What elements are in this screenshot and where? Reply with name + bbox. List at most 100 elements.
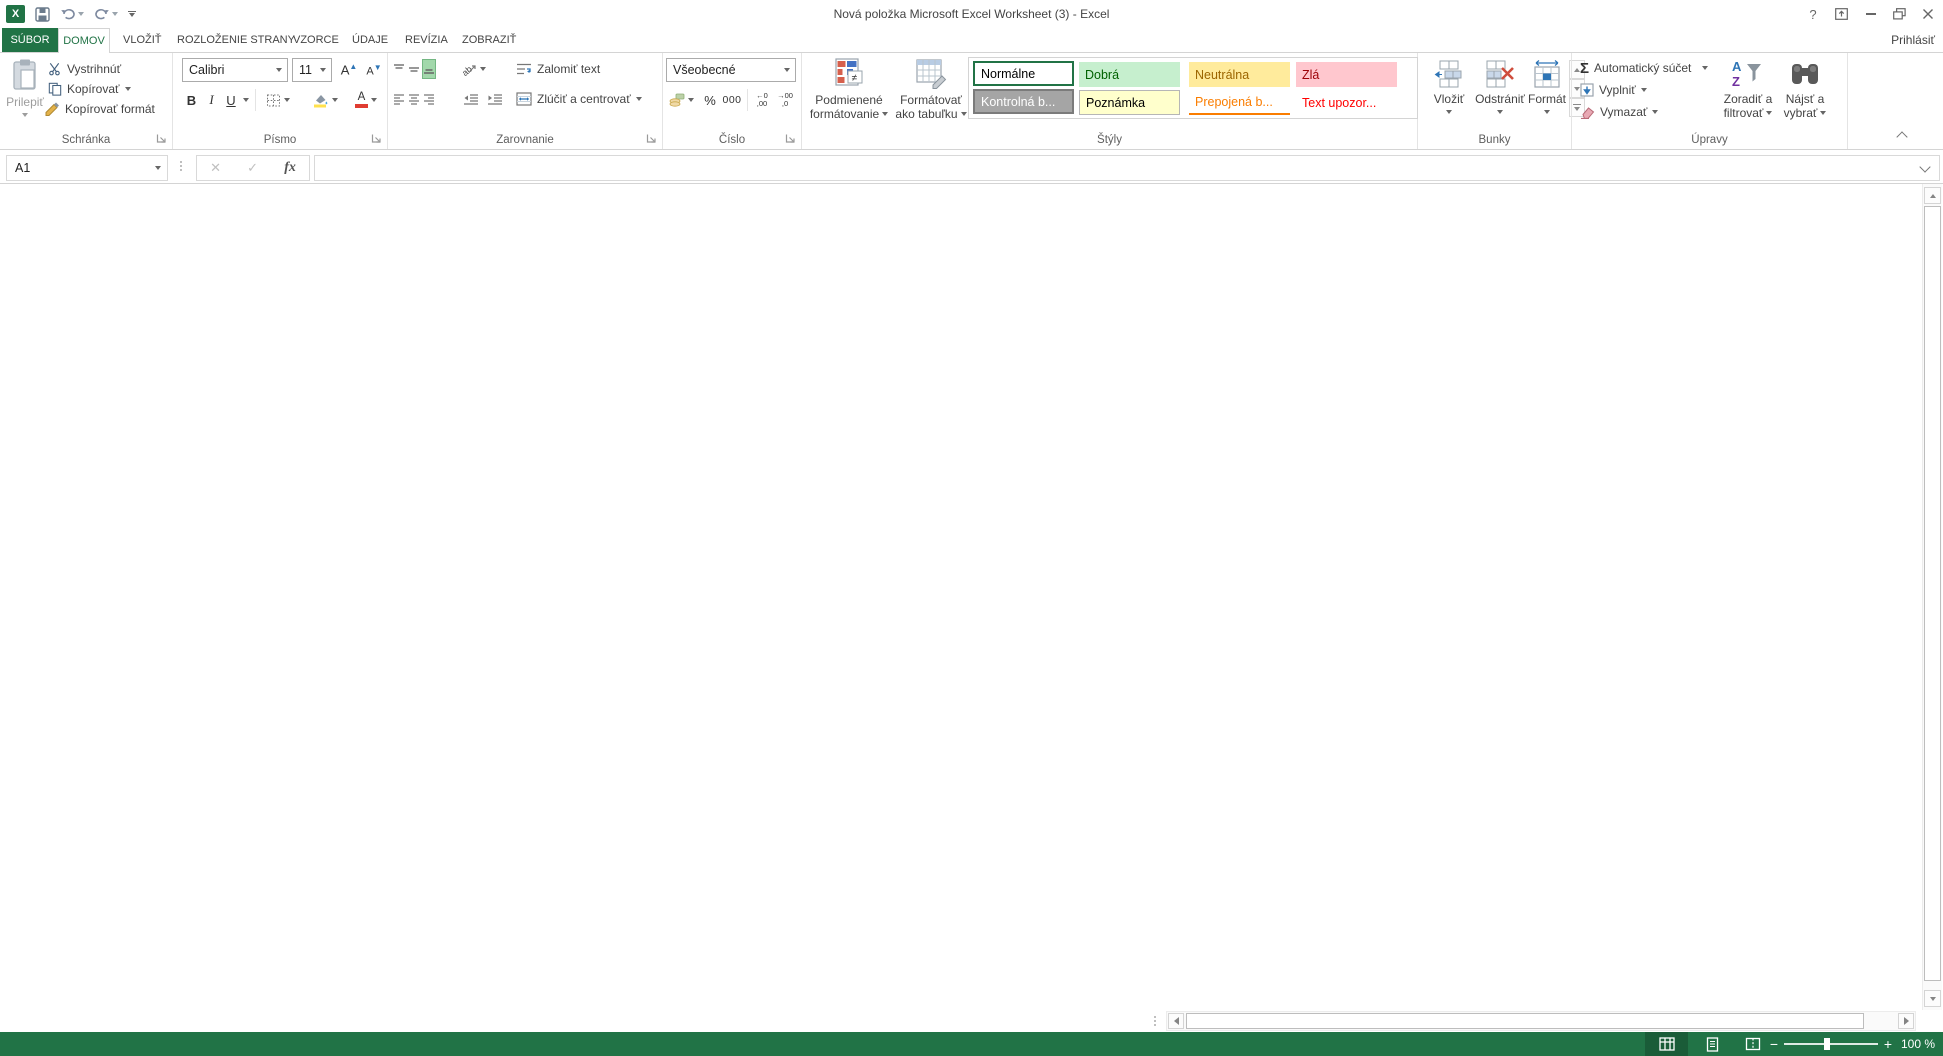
fill-color-button[interactable]: [307, 89, 343, 111]
autosum-button[interactable]: Σ Automatický súčet: [1580, 59, 1708, 77]
name-box[interactable]: A1: [6, 155, 168, 181]
align-middle-button[interactable]: [407, 59, 421, 79]
number-format-dropdown-icon[interactable]: [784, 68, 790, 72]
scroll-left-button[interactable]: [1168, 1013, 1184, 1029]
sign-in-link[interactable]: Prihlásiť: [1891, 28, 1935, 52]
scroll-down-button[interactable]: [1924, 990, 1941, 1007]
minimize-button[interactable]: [1858, 0, 1884, 28]
vertical-scroll-thumb[interactable]: [1924, 206, 1941, 981]
insert-cells-button[interactable]: Vložiť: [1426, 56, 1472, 136]
find-select-dropdown-icon[interactable]: [1820, 111, 1826, 115]
find-select-button[interactable]: Nájsť a vybrať: [1778, 56, 1832, 136]
help-button[interactable]: ?: [1800, 0, 1826, 28]
expand-formula-bar-icon[interactable]: [1919, 161, 1930, 172]
clear-dropdown-icon[interactable]: [1652, 110, 1658, 114]
delete-cells-button[interactable]: Odstrániť: [1474, 56, 1526, 136]
comma-style-button[interactable]: 000: [720, 89, 744, 111]
font-name-combo[interactable]: Calibri: [182, 58, 288, 82]
style-check-cell[interactable]: Kontrolná b...: [973, 89, 1074, 114]
customize-qat-button[interactable]: [128, 11, 136, 17]
conditional-formatting-dropdown-icon[interactable]: [882, 112, 888, 116]
borders-button[interactable]: [261, 89, 295, 111]
style-normal[interactable]: Normálne: [973, 61, 1074, 86]
horizontal-scrollbar[interactable]: [1166, 1011, 1916, 1031]
number-format-combo[interactable]: Všeobecné: [666, 58, 796, 82]
accounting-format-button[interactable]: [666, 89, 696, 111]
alignment-dialog-launcher-icon[interactable]: [646, 133, 658, 145]
save-button[interactable]: [35, 7, 50, 22]
format-as-table-button[interactable]: Formátovať ako tabuľku: [894, 56, 968, 136]
scroll-right-button[interactable]: [1898, 1013, 1914, 1029]
borders-dropdown-icon[interactable]: [284, 98, 290, 102]
tab-view[interactable]: ZOBRAZIŤ: [462, 28, 516, 52]
style-neutral[interactable]: Neutrálna: [1189, 62, 1290, 87]
sort-filter-dropdown-icon[interactable]: [1766, 111, 1772, 115]
fill-dropdown-icon[interactable]: [1641, 88, 1647, 92]
clipboard-dialog-launcher-icon[interactable]: [156, 133, 168, 145]
formula-input[interactable]: [314, 155, 1940, 181]
tab-formulas[interactable]: VZORCE: [293, 28, 339, 52]
paste-button[interactable]: Prilepiť: [4, 56, 46, 142]
vertical-scrollbar[interactable]: [1922, 184, 1942, 1010]
collapse-ribbon-button[interactable]: [1892, 129, 1912, 145]
font-color-button[interactable]: A: [349, 89, 383, 111]
redo-dropdown-icon[interactable]: [112, 12, 118, 16]
insert-cells-dropdown-icon[interactable]: [1446, 110, 1452, 114]
redo-button[interactable]: [94, 7, 118, 21]
page-layout-view-button[interactable]: [1692, 1032, 1732, 1056]
ribbon-display-options-button[interactable]: [1828, 0, 1854, 28]
worksheet-area[interactable]: [0, 184, 1922, 1010]
decrease-decimal-button[interactable]: →00,0: [774, 89, 796, 111]
zoom-slider-track[interactable]: [1784, 1043, 1878, 1045]
delete-cells-dropdown-icon[interactable]: [1497, 110, 1503, 114]
merge-center-dropdown-icon[interactable]: [636, 97, 642, 101]
tab-page-layout[interactable]: ROZLOŽENIE STRANY: [177, 28, 295, 52]
copy-dropdown-icon[interactable]: [125, 87, 131, 91]
paste-dropdown-icon[interactable]: [22, 113, 28, 117]
increase-font-size-button[interactable]: A▲: [338, 59, 360, 81]
wrap-text-button[interactable]: Zalomiť text: [516, 60, 600, 78]
clear-button[interactable]: Vymazať: [1580, 103, 1658, 121]
orientation-dropdown-icon[interactable]: [480, 67, 486, 71]
font-size-dropdown-icon[interactable]: [320, 68, 326, 72]
tab-data[interactable]: ÚDAJE: [352, 28, 388, 52]
percent-style-button[interactable]: %: [701, 89, 719, 111]
conditional-formatting-button[interactable]: ≠ Podmienené formátovanie: [806, 56, 892, 136]
restore-button[interactable]: [1886, 0, 1912, 28]
underline-button[interactable]: U: [222, 89, 240, 111]
scroll-up-button[interactable]: [1924, 187, 1941, 204]
merge-center-button[interactable]: Zlúčiť a centrovať: [516, 90, 642, 108]
tab-review[interactable]: REVÍZIA: [405, 28, 448, 52]
zoom-in-button[interactable]: +: [1880, 1032, 1896, 1056]
tab-split-handle[interactable]: [1154, 1016, 1156, 1026]
underline-dropdown-icon[interactable]: [243, 98, 249, 102]
tab-home[interactable]: DOMOV: [58, 28, 110, 53]
fill-color-dropdown-icon[interactable]: [332, 98, 338, 102]
undo-dropdown-icon[interactable]: [78, 12, 84, 16]
close-button[interactable]: [1915, 0, 1941, 28]
name-box-dropdown-icon[interactable]: [155, 166, 161, 170]
font-color-dropdown-icon[interactable]: [371, 98, 377, 102]
align-center-button[interactable]: [407, 89, 421, 109]
font-name-dropdown-icon[interactable]: [276, 68, 282, 72]
tab-file[interactable]: SÚBOR: [2, 28, 58, 52]
style-linked-cell[interactable]: Prepojená b...: [1189, 90, 1290, 115]
style-bad[interactable]: Zlá: [1296, 62, 1397, 87]
increase-decimal-button[interactable]: ←0,00: [751, 89, 773, 111]
cancel-button[interactable]: ✕: [210, 160, 221, 176]
style-good[interactable]: Dobrá: [1079, 62, 1180, 87]
zoom-slider-handle[interactable]: [1824, 1038, 1830, 1050]
copy-button[interactable]: Kopírovať: [48, 80, 131, 98]
font-dialog-launcher-icon[interactable]: [371, 133, 383, 145]
orientation-button[interactable]: ab: [458, 59, 490, 79]
style-note[interactable]: Poznámka: [1079, 90, 1180, 115]
zoom-level-label[interactable]: 100 %: [1898, 1032, 1938, 1056]
bold-button[interactable]: B: [182, 89, 201, 111]
normal-view-button[interactable]: [1645, 1032, 1688, 1056]
autosum-dropdown-icon[interactable]: [1702, 66, 1708, 70]
increase-indent-button[interactable]: [484, 89, 506, 109]
format-cells-button[interactable]: Formát: [1526, 56, 1568, 136]
excel-app-icon[interactable]: X: [6, 5, 25, 23]
style-warning-text[interactable]: Text upozor...: [1296, 90, 1397, 115]
cut-button[interactable]: Vystrihnúť: [48, 60, 121, 78]
